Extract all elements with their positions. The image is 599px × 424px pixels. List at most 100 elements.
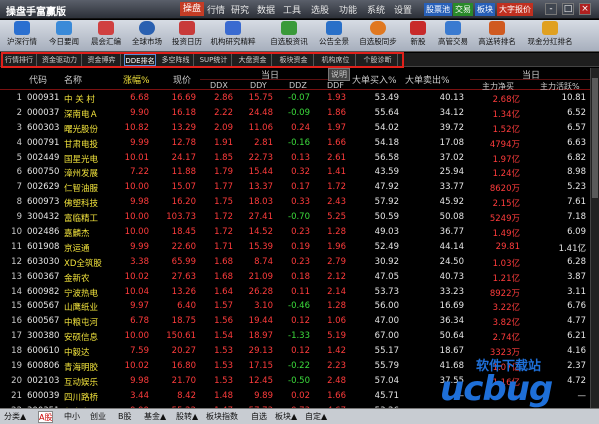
header-name[interactable]: 名称 [64, 73, 82, 86]
cell-idx: 14 [11, 286, 22, 297]
cell-ddx: 1.91 [214, 137, 233, 148]
table-row[interactable]: 1 000931 中 关 村 6.68 16.69 2.86 15.75 -0.07 1.93 5… [0, 92, 590, 107]
cell-ddf: 1.06 [327, 316, 346, 327]
cell-sell: 24.50 [439, 256, 464, 267]
toolbar-research[interactable]: 机构研究精粹 [208, 21, 258, 51]
header-ddx[interactable]: DDX [210, 81, 228, 90]
menu-tools[interactable]: 工具 [283, 3, 301, 16]
table-row[interactable]: 8 600973 佛塑科技 9.98 16.20 1.75 18.03 0.33 2.43 57.… [0, 196, 590, 211]
table-row[interactable]: 10 002486 嘉麟杰 10.00 18.45 1.72 14.52 0.23 1.28 49… [0, 226, 590, 241]
btab-fund[interactable]: 基金▲ [144, 411, 166, 423]
cell-sell: 50.08 [439, 212, 464, 223]
toolbar-calendar[interactable]: 投资日历 [168, 21, 206, 51]
cell-ddy: 12.45 [248, 375, 273, 386]
table-row[interactable]: 7 002629 仁智油服 10.00 15.07 1.77 13.37 0.17 1.72 47… [0, 181, 590, 196]
cell-idx: 20 [11, 375, 22, 386]
menu-research[interactable]: 研究 [231, 3, 249, 16]
toolbar-exec-trade[interactable]: 高管交易 [434, 21, 472, 51]
header-price[interactable]: 现价 [173, 73, 191, 86]
table-row[interactable]: 13 600367 金新农 10.02 27.63 1.68 21.09 0.18 2.12 47… [0, 271, 590, 286]
table-row[interactable]: 6 600750 漳州发展 7.22 11.88 1.79 15.44 0.32 1.41 43.… [0, 166, 590, 181]
stock-pool-button[interactable]: 股票池 [424, 3, 452, 16]
cell-name: 曙光股份 [64, 124, 99, 135]
cell-ddy: 9.89 [254, 390, 273, 401]
big-quote-button[interactable]: 大字报价 [497, 3, 533, 16]
cell-ddy: 15.44 [248, 167, 273, 178]
header-net-buy[interactable]: 主力净买 [482, 81, 514, 92]
table-row[interactable]: 5 002449 国星光电 10.01 24.17 1.85 22.73 0.13 2.61 56… [0, 152, 590, 167]
cell-sell: 39.72 [439, 122, 464, 133]
btab-sector-index[interactable]: 板块指数 [206, 411, 238, 423]
header-big-sell[interactable]: 大单卖出% [405, 73, 450, 86]
table-row[interactable]: 17 300380 安硕信息 10.00 150.61 1.54 18.97 -1.33 5.1… [0, 330, 590, 345]
cell-sell: 25.94 [439, 167, 464, 178]
cell-net: 1.03亿 [492, 258, 520, 269]
header-active[interactable]: 主力活跃% [540, 81, 580, 92]
toolbar-news[interactable]: 今日要闻 [45, 21, 83, 51]
cell-ddx: 1.72 [214, 227, 233, 238]
header-code[interactable]: 代码 [29, 73, 47, 86]
cell-idx: 10 [11, 227, 22, 238]
minimize-icon[interactable]: - [545, 3, 557, 15]
close-icon[interactable]: × [579, 3, 591, 15]
cell-act: 10.81 [561, 93, 586, 103]
menu-system[interactable]: 系统 [367, 3, 385, 16]
cell-ddz: -0.22 [288, 361, 310, 372]
sector-button[interactable]: 板块 [475, 3, 495, 16]
cell-net: 5249万 [489, 214, 520, 225]
header-change[interactable]: 涨幅% [123, 73, 150, 86]
cell-ddx: 1.72 [214, 212, 233, 223]
scrollbar-thumb[interactable] [592, 78, 598, 198]
toolbar-global[interactable]: 全球市场 [128, 21, 166, 51]
btab-b-share[interactable]: B股 [118, 411, 132, 423]
toolbar-high-transfer[interactable]: 高送转排名 [474, 21, 520, 51]
header-ddy[interactable]: DDY [250, 81, 267, 90]
header-big-buy[interactable]: 大单买入% [352, 73, 397, 86]
toolbar-watchlist-news[interactable]: 自选股资讯 [267, 21, 311, 51]
btab-watchlist[interactable]: 自选 [251, 411, 267, 423]
toolbar-dividend[interactable]: 现金分红排名 [524, 21, 576, 51]
btab-custom[interactable]: 自定▲ [305, 411, 327, 423]
cell-ddy: 21.09 [248, 271, 273, 282]
menu-select[interactable]: 选股 [311, 3, 329, 16]
table-row[interactable]: 4 000791 甘肃电投 9.99 12.78 1.91 2.81 -0.16 1.66 54.… [0, 137, 590, 152]
cell-ddz: -0.50 [288, 375, 310, 386]
table-row[interactable]: 9 300432 富临精工 10.00 103.73 1.72 27.41 -0.70 5.25… [0, 211, 590, 226]
toolbar-sync[interactable]: 自选股同步 [356, 21, 400, 51]
toolbar-announcement[interactable]: 公告全景 [314, 21, 354, 51]
table-row[interactable]: 11 601908 京运通 9.99 22.60 1.71 15.39 0.19 1.96 52.… [0, 241, 590, 256]
menu-data[interactable]: 数据 [257, 3, 275, 16]
btab-sme[interactable]: 中小 [64, 411, 80, 423]
cell-act: 6.63 [567, 137, 586, 148]
table-row[interactable]: 16 600567 中粮屯河 6.78 18.75 1.56 19.44 0.12 1.06 47… [0, 315, 590, 330]
table-row[interactable]: 12 603030 XD全筑股 3.38 65.99 1.68 8.74 0.23 2.79 30… [0, 256, 590, 271]
cell-name: 中 关 村 [64, 95, 95, 105]
btab-gem[interactable]: 创业 [90, 411, 106, 423]
table-row[interactable]: 14 600982 宁波热电 10.04 13.26 1.64 26.28 0.11 2.14 5… [0, 286, 590, 301]
menu-quote[interactable]: 行情 [207, 3, 225, 16]
cell-name: 嘉麟杰 [64, 229, 90, 240]
cell-ddz: 0.12 [291, 346, 310, 357]
btab-category[interactable]: 分类▲ [4, 411, 26, 423]
cell-code: 601908 [27, 241, 60, 252]
btab-a-share[interactable]: A股 [38, 411, 54, 423]
cell-ddx: 1.48 [214, 390, 233, 401]
cell-idx: 4 [16, 137, 22, 148]
btab-sector[interactable]: 板块▲ [275, 411, 297, 423]
menu-settings[interactable]: 设置 [394, 3, 412, 16]
toolbar-ipo[interactable]: 新股 [406, 21, 430, 51]
maximize-icon[interactable]: □ [562, 3, 574, 15]
table-row[interactable]: 15 600567 山鹰纸业 9.97 6.40 1.57 3.10 -0.46 1.28 56.… [0, 300, 590, 315]
toolbar-market[interactable]: 沪深行情 [2, 21, 42, 51]
btab-neeq[interactable]: 股转▲ [176, 411, 198, 423]
menu-trade[interactable]: 操盘 [180, 2, 205, 16]
toolbar-morning[interactable]: 晨会汇编 [86, 21, 126, 51]
header-ddf[interactable]: DDF [327, 81, 344, 90]
trade-button[interactable]: 交易 [453, 3, 473, 16]
table-row[interactable]: 2 000037 深南电Ａ 9.90 16.18 2.22 24.48 -0.09 1.86 55… [0, 107, 590, 122]
header-ddz[interactable]: DDZ [289, 81, 307, 90]
table-row[interactable]: 3 600303 曙光股份 10.82 13.29 2.09 11.06 0.24 1.97 54… [0, 122, 590, 137]
menu-function[interactable]: 功能 [339, 3, 357, 16]
cell-buy: 55.79 [374, 361, 399, 372]
explain-button[interactable]: 说明 [328, 68, 350, 81]
